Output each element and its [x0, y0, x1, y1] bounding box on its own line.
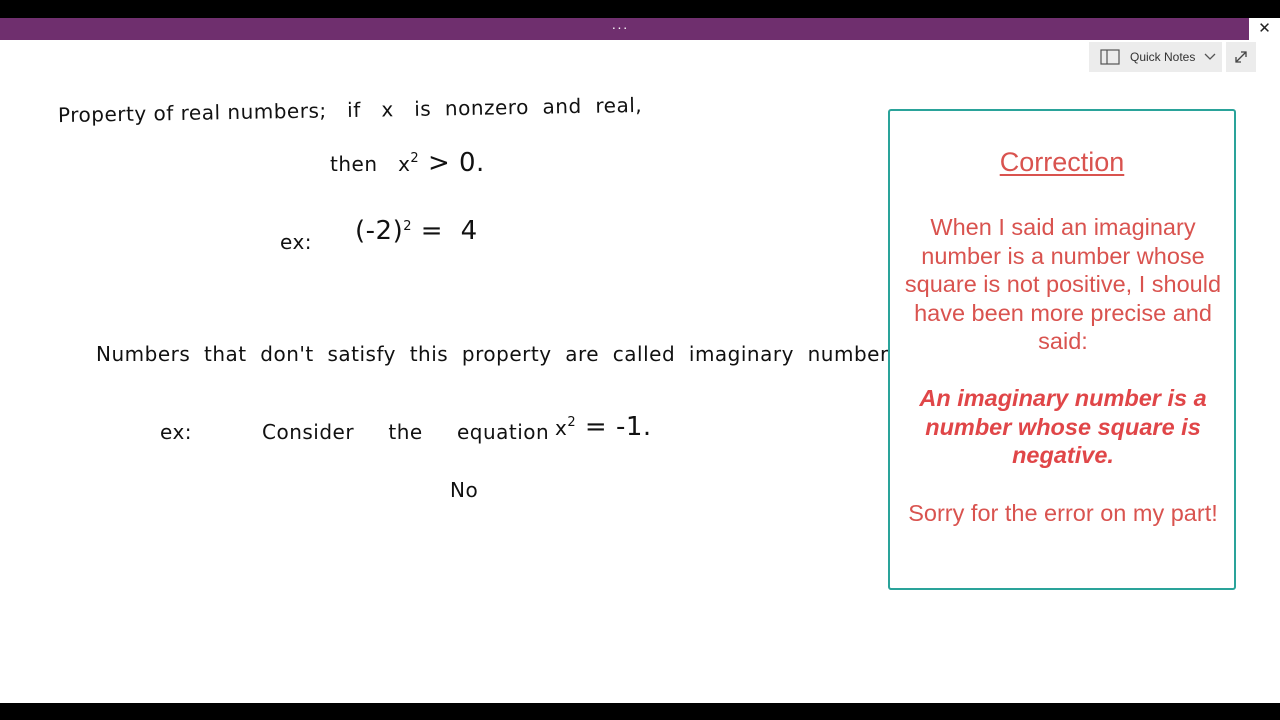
variable-text: x	[555, 416, 568, 440]
correction-title: Correction	[999, 147, 1125, 177]
handwritten-line-then: then x2 > 0.	[330, 148, 485, 178]
handwritten-example-expression: (-2)2 = 4	[355, 216, 478, 246]
handwritten-no: No	[450, 478, 479, 502]
top-letterbox	[0, 0, 1280, 18]
chevron-down-icon	[1204, 53, 1216, 60]
note-canvas[interactable]: Quick Notes Property of real numbers; if…	[0, 40, 1280, 703]
correction-card: Correction When I said an imaginary numb…	[888, 109, 1236, 590]
correction-apology: Sorry for the error on my part!	[908, 500, 1218, 526]
expand-icon	[1235, 51, 1247, 63]
handwritten-example-label: ex:	[280, 230, 313, 254]
correction-emphasis: An imaginary number is a number whose sq…	[919, 385, 1207, 469]
expand-button[interactable]	[1226, 42, 1256, 72]
close-button[interactable]: ✕	[1249, 18, 1280, 40]
exponent: 2	[403, 219, 412, 234]
then-text: then x	[330, 152, 411, 176]
more-options-icon[interactable]: ···	[600, 18, 640, 40]
exponent: 2	[410, 151, 420, 166]
bottom-letterbox	[0, 703, 1280, 720]
inequality-text: > 0.	[419, 148, 485, 178]
result-text: = 4	[412, 216, 478, 246]
quick-notes-button[interactable]: Quick Notes	[1089, 42, 1222, 72]
correction-body: When I said an imaginary number is a num…	[904, 214, 1222, 355]
exponent: 2	[567, 415, 577, 430]
handwritten-line-imaginary-definition: Numbers that don't satisfy this property…	[96, 342, 907, 366]
handwritten-consider-text: Consider the equation	[262, 420, 550, 444]
handwritten-equation: x2 = -1.	[555, 412, 652, 442]
equation-rhs: = -1.	[576, 412, 652, 442]
quick-notes-label: Quick Notes	[1130, 50, 1196, 64]
title-bar: ···	[0, 18, 1280, 40]
handwritten-line-property: Property of real numbers; if x is nonzer…	[57, 92, 643, 128]
base-text: (-2)	[355, 216, 404, 246]
handwritten-example-label-2: ex:	[160, 420, 193, 444]
notebook-icon	[1100, 49, 1120, 65]
